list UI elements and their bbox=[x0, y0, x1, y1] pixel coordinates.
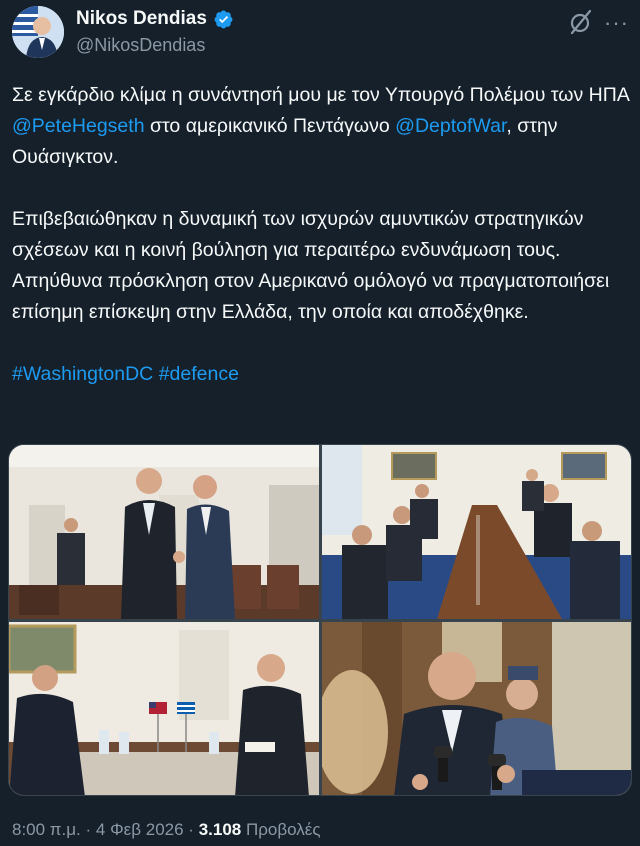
media-grid bbox=[8, 444, 632, 796]
tweet-date[interactable]: 4 Φεβ 2026 bbox=[96, 820, 184, 839]
avatar-image bbox=[12, 6, 64, 58]
views-label: Προβολές bbox=[245, 820, 321, 839]
verified-badge-icon[interactable] bbox=[213, 9, 234, 30]
author-display-name[interactable]: Nikos Dendias bbox=[76, 8, 207, 30]
hashtag-link[interactable]: #defence bbox=[159, 363, 239, 385]
author-name-row: Nikos Dendias bbox=[76, 8, 234, 30]
mention-link[interactable]: @PeteHegseth bbox=[12, 115, 145, 137]
tweet-card: Nikos Dendias @NikosDendias ··· Σε εγκάρ… bbox=[0, 0, 640, 846]
meta-separator: · bbox=[85, 820, 92, 839]
author-avatar[interactable] bbox=[12, 6, 64, 58]
author-handle[interactable]: @NikosDendias bbox=[76, 35, 205, 56]
tweet-meta: 8:00 π.μ. · 4 Φεβ 2026 · 3.108 Προβολές bbox=[12, 820, 321, 840]
photo-conference-table[interactable] bbox=[322, 445, 631, 619]
photo-handshake[interactable] bbox=[9, 445, 319, 619]
photo-press-microphones[interactable] bbox=[322, 622, 631, 795]
more-options-icon[interactable]: ··· bbox=[604, 10, 629, 36]
mention-link[interactable]: @DeptofWar bbox=[395, 115, 506, 137]
tweet-time[interactable]: 8:00 π.μ. bbox=[12, 820, 81, 839]
meta-separator-2: · bbox=[188, 820, 194, 839]
text-segment: Σε εγκάρδιο κλίμα η συνάντησή μου με τον… bbox=[12, 84, 629, 106]
views-count[interactable]: 3.108 bbox=[199, 820, 242, 839]
hashtag-link[interactable]: #WashingtonDC bbox=[12, 363, 153, 385]
tweet-paragraph: Σε εγκάρδιο κλίμα η συνάντησή μου με τον… bbox=[12, 80, 632, 173]
tweet-paragraph: #WashingtonDC #defence bbox=[12, 359, 632, 390]
grok-icon[interactable] bbox=[567, 8, 595, 36]
photo-meeting-flags[interactable] bbox=[9, 622, 319, 795]
text-segment: Επιβεβαιώθηκαν η δυναμική των ισχυρών αμ… bbox=[12, 208, 610, 323]
text-segment: στο αμερικανικό Πεντάγωνο bbox=[144, 115, 396, 137]
tweet-paragraph: Επιβεβαιώθηκαν η δυναμική των ισχυρών αμ… bbox=[12, 204, 632, 328]
tweet-text: Σε εγκάρδιο κλίμα η συνάντησή μου με τον… bbox=[12, 80, 632, 390]
